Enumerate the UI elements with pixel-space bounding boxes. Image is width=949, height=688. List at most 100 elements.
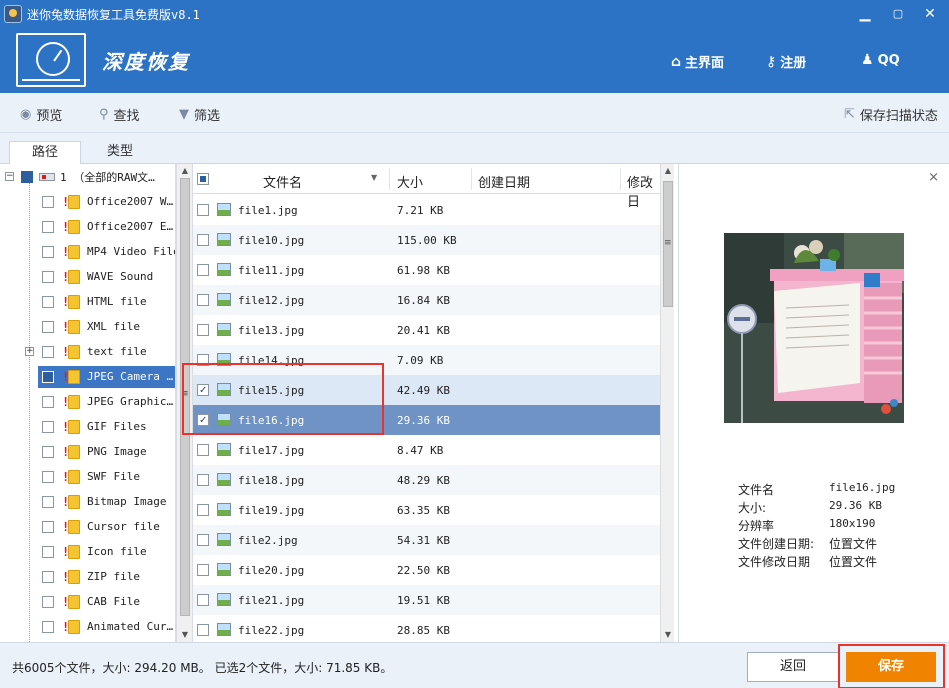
tree-item-checkbox[interactable] xyxy=(42,245,54,258)
column-header-name[interactable]: 文件名 xyxy=(263,172,302,191)
file-row-checkbox[interactable] xyxy=(197,234,209,246)
tab-path[interactable]: 路径 xyxy=(9,141,81,165)
preview-button[interactable]: ◉ 预览 xyxy=(20,105,62,124)
select-all-checkbox[interactable] xyxy=(197,173,209,185)
file-row[interactable]: file21.jpg 19.51 KB xyxy=(193,585,660,615)
tree-item[interactable]: ! HTML file xyxy=(42,289,175,314)
preview-info-key: 大小: xyxy=(738,501,767,515)
tree-item[interactable]: ! XML file xyxy=(42,314,175,339)
tree-item[interactable]: ! Bitmap Image xyxy=(42,489,175,514)
folder-icon xyxy=(68,269,80,284)
save-button[interactable]: 保存 xyxy=(846,652,936,682)
tree-item-checkbox[interactable] xyxy=(42,520,54,533)
file-row[interactable]: file13.jpg 20.41 KB xyxy=(193,315,660,345)
scroll-up-arrow[interactable]: ▲ xyxy=(178,164,192,178)
funnel-icon: ▼ xyxy=(179,107,189,122)
file-row[interactable]: file1.jpg 7.21 KB xyxy=(193,195,660,225)
tree-item[interactable]: ! text file xyxy=(42,339,175,364)
file-row-checkbox[interactable] xyxy=(197,624,209,636)
tree-root[interactable]: 1 （全部的RAW文… xyxy=(21,164,175,189)
tree-item-checkbox[interactable] xyxy=(42,345,54,358)
tree-item[interactable]: ! SWF File xyxy=(42,464,175,489)
tree-item-checkbox[interactable] xyxy=(42,220,54,233)
file-row[interactable]: file20.jpg 22.50 KB xyxy=(193,555,660,585)
file-row-checkbox[interactable] xyxy=(197,204,209,216)
scroll-up-arrow[interactable]: ▲ xyxy=(661,164,675,178)
close-button[interactable]: ✕ xyxy=(920,4,940,24)
close-preview-icon[interactable]: × xyxy=(928,170,939,185)
status-bar: 共6005个文件，大小: 294.20 MB。 已选2个文件，大小: 71.85… xyxy=(0,642,949,688)
scroll-down-arrow[interactable]: ▼ xyxy=(661,628,675,642)
tree-collapse-toggle[interactable]: − xyxy=(5,172,14,181)
file-row-checkbox[interactable] xyxy=(197,294,209,306)
tree-item-checkbox[interactable] xyxy=(42,195,54,208)
nav-home[interactable]: ⌂ 主界面 xyxy=(671,52,724,72)
tree-item[interactable]: ! GIF Files xyxy=(42,414,175,439)
file-row[interactable]: file19.jpg 63.35 KB xyxy=(193,495,660,525)
file-row[interactable]: file17.jpg 8.47 KB xyxy=(193,435,660,465)
tree-item-checkbox[interactable] xyxy=(42,420,54,433)
file-row[interactable]: file22.jpg 28.85 KB xyxy=(193,615,660,642)
warning-icon: ! xyxy=(62,194,70,209)
tree-item[interactable]: ! Animated Cur… xyxy=(42,614,175,639)
filter-button[interactable]: ▼ 筛选 xyxy=(179,105,220,124)
file-row-checkbox[interactable] xyxy=(197,474,209,486)
column-header-size[interactable]: 大小 xyxy=(397,172,423,191)
file-row-checkbox[interactable] xyxy=(197,564,209,576)
tree-item-label: SWF File xyxy=(87,470,140,483)
tree-item-checkbox[interactable] xyxy=(42,445,54,458)
file-row[interactable]: file11.jpg 61.98 KB xyxy=(193,255,660,285)
file-row-checkbox[interactable] xyxy=(197,444,209,456)
image-file-icon xyxy=(217,263,231,276)
tree-item[interactable]: ! MP4 Video File xyxy=(42,239,175,264)
file-row[interactable]: file10.jpg 115.00 KB xyxy=(193,225,660,255)
nav-qq[interactable]: ♟ QQ xyxy=(861,52,900,68)
maximize-button[interactable]: ▢ xyxy=(888,4,908,24)
search-button[interactable]: ⚲ 查找 xyxy=(99,105,140,124)
tree-item-checkbox[interactable] xyxy=(42,495,54,508)
scroll-down-arrow[interactable]: ▼ xyxy=(178,628,192,642)
tree-item[interactable]: ! JPEG Camera … xyxy=(38,364,175,389)
tree-item-checkbox[interactable] xyxy=(42,570,54,583)
warning-icon: ! xyxy=(62,344,70,359)
tree-item-checkbox[interactable] xyxy=(42,320,54,333)
file-row-checkbox[interactable] xyxy=(197,264,209,276)
tree-item-checkbox[interactable] xyxy=(42,395,54,408)
title-bar: 迷你兔数据恢复工具免费版v8.1 ▁ ▢ ✕ xyxy=(0,0,949,28)
tree-item[interactable]: ! WAVE Sound xyxy=(42,264,175,289)
tree-item-checkbox[interactable] xyxy=(42,295,54,308)
file-row-checkbox[interactable] xyxy=(197,324,209,336)
tree-expand-toggle[interactable]: + xyxy=(25,347,34,356)
tree-item-checkbox[interactable] xyxy=(42,270,54,283)
tree-item[interactable]: ! CAB File xyxy=(42,589,175,614)
tree-item-checkbox[interactable] xyxy=(42,545,54,558)
tab-type[interactable]: 类型 xyxy=(84,141,156,165)
tree-item-checkbox[interactable] xyxy=(42,620,54,633)
tree-item[interactable]: ! Icon file xyxy=(42,539,175,564)
warning-icon: ! xyxy=(62,319,70,334)
tree-root-checkbox[interactable] xyxy=(21,170,33,183)
nav-register[interactable]: ⚷ 注册 xyxy=(766,52,806,72)
preview-info-row: 文件名 file16.jpg xyxy=(738,481,938,499)
file-list-scrollbar[interactable]: ▲ ≡ ▼ xyxy=(660,164,674,642)
tree-item-checkbox[interactable] xyxy=(42,470,54,483)
back-button[interactable]: 返回 xyxy=(747,652,839,682)
tree-item[interactable]: ! Office2007 E… xyxy=(42,214,175,239)
image-file-icon xyxy=(217,443,231,456)
tree-item[interactable]: ! PNG Image xyxy=(42,439,175,464)
file-row[interactable]: file18.jpg 48.29 KB xyxy=(193,465,660,495)
file-row[interactable]: file2.jpg 54.31 KB xyxy=(193,525,660,555)
tree-item[interactable]: ! JPEG Graphic… xyxy=(42,389,175,414)
file-row-checkbox[interactable] xyxy=(197,594,209,606)
column-header-created[interactable]: 创建日期 xyxy=(478,172,530,191)
minimize-button[interactable]: ▁ xyxy=(855,4,875,24)
save-scan-state-button[interactable]: ⇱ 保存扫描状态 xyxy=(844,105,938,124)
file-row-checkbox[interactable] xyxy=(197,504,209,516)
tree-item[interactable]: ! Cursor file xyxy=(42,514,175,539)
file-row[interactable]: file12.jpg 16.84 KB xyxy=(193,285,660,315)
tree-item[interactable]: ! ZIP file xyxy=(42,564,175,589)
file-row-checkbox[interactable] xyxy=(197,534,209,546)
tree-item-checkbox[interactable] xyxy=(42,595,54,608)
tree-item[interactable]: ! Office2007 W… xyxy=(42,189,175,214)
tree-item-checkbox[interactable] xyxy=(42,370,54,383)
